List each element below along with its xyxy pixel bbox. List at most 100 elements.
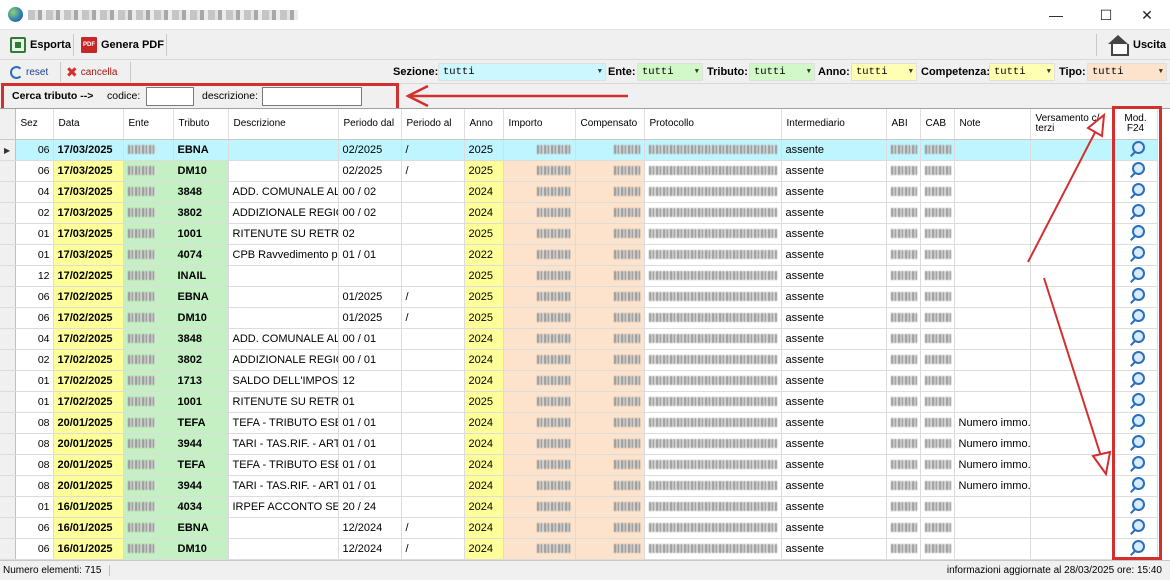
- cell-mod-f24[interactable]: [1114, 286, 1158, 308]
- col-periodo-dal[interactable]: Periodo dal: [338, 109, 402, 140]
- table-row[interactable]: ▶ 06 17/03/2025 EBNA 02/2025/2025 assente: [0, 139, 1158, 161]
- tributo-select[interactable]: tutti ▼: [749, 63, 815, 81]
- table-row[interactable]: 06 17/03/2025 DM10 02/2025/2025 assente: [0, 160, 1158, 182]
- cell-mod-f24[interactable]: [1114, 412, 1158, 434]
- table-row[interactable]: 0117/02/2025 1713SALDO DELL'IMPOST...12 20…: [0, 370, 1158, 392]
- magnifier-icon[interactable]: [1129, 456, 1145, 470]
- cell-mod-f24[interactable]: [1114, 454, 1158, 476]
- table-row[interactable]: 0217/02/2025 3802ADDIZIONALE REGIO...00 /…: [0, 349, 1158, 371]
- cell-mod-f24[interactable]: [1114, 328, 1158, 350]
- cell-mod-f24[interactable]: [1114, 244, 1158, 266]
- table-row[interactable]: 0217/03/2025 3802ADDIZIONALE REGIO...00 /…: [0, 202, 1158, 224]
- col-sez[interactable]: Sez: [15, 109, 54, 140]
- main-toolbar: Esporta PDF Genera PDF Uscita: [0, 30, 1170, 60]
- cell-mod-f24[interactable]: [1114, 475, 1158, 497]
- col-cab[interactable]: CAB: [920, 109, 955, 140]
- col-abi[interactable]: ABI: [886, 109, 921, 140]
- table-row[interactable]: 0417/03/2025 3848ADD. COMUNALE ALL'...00 …: [0, 181, 1158, 203]
- magnifier-icon[interactable]: [1129, 540, 1145, 554]
- magnifier-icon[interactable]: [1129, 372, 1145, 386]
- table-row[interactable]: 0117/03/2025 4074CPB Ravvedimento per...0…: [0, 244, 1158, 266]
- cell-mod-f24[interactable]: [1114, 349, 1158, 371]
- magnifier-icon[interactable]: [1129, 351, 1145, 365]
- col-mod-f24[interactable]: Mod. F24: [1114, 109, 1158, 140]
- magnifier-icon[interactable]: [1129, 204, 1145, 218]
- sezione-select[interactable]: tutti ▼: [438, 63, 606, 81]
- magnifier-icon[interactable]: [1129, 477, 1145, 491]
- generate-pdf-button[interactable]: PDF Genera PDF: [77, 33, 168, 57]
- magnifier-icon[interactable]: [1129, 414, 1145, 428]
- cell-mod-f24[interactable]: [1114, 391, 1158, 413]
- table-row[interactable]: 12 17/02/2025 INAIL 2025 assente: [0, 265, 1158, 287]
- cell-mod-f24[interactable]: [1114, 370, 1158, 392]
- cell-sez: 06: [15, 307, 54, 329]
- competenza-select[interactable]: tutti ▼: [989, 63, 1055, 81]
- export-button[interactable]: Esporta: [6, 33, 75, 57]
- col-compensato[interactable]: Compensato: [575, 109, 645, 140]
- col-intermediario[interactable]: Intermediario: [781, 109, 887, 140]
- minimize-button[interactable]: —: [1033, 0, 1079, 30]
- magnifier-icon[interactable]: [1129, 288, 1145, 302]
- magnifier-icon[interactable]: [1129, 225, 1145, 239]
- cell-periodo-dal: 01 / 01: [338, 475, 402, 497]
- cell-mod-f24[interactable]: [1114, 496, 1158, 518]
- magnifier-icon[interactable]: [1129, 498, 1145, 512]
- cell-descrizione: RITENUTE SU RETRI...: [228, 223, 339, 245]
- table-row[interactable]: 0820/01/2025 TEFATEFA - TRIBUTO ESE...01 …: [0, 454, 1158, 476]
- reset-button[interactable]: reset: [10, 63, 48, 81]
- redacted-value: [613, 271, 640, 281]
- cell-mod-f24[interactable]: [1114, 223, 1158, 245]
- cell-compensato: [575, 181, 645, 203]
- magnifier-icon[interactable]: [1129, 393, 1145, 407]
- col-tributo[interactable]: Tributo: [173, 109, 229, 140]
- col-descrizione[interactable]: Descrizione: [228, 109, 339, 140]
- table-row[interactable]: 08 20/01/2025 3944 TARI - TAS.RIF. - ART...…: [0, 433, 1158, 455]
- cell-mod-f24[interactable]: [1114, 139, 1158, 161]
- exit-button[interactable]: Uscita: [1103, 33, 1170, 57]
- magnifier-icon[interactable]: [1129, 330, 1145, 344]
- table-row[interactable]: 08 20/01/2025 3944 TARI - TAS.RIF. - ART...…: [0, 475, 1158, 497]
- cell-versamento-terzi: [1030, 181, 1115, 203]
- cell-mod-f24[interactable]: [1114, 517, 1158, 539]
- maximize-button[interactable]: ☐: [1083, 0, 1129, 30]
- redacted-value: [890, 544, 917, 554]
- col-note[interactable]: Note: [954, 109, 1031, 140]
- table-row[interactable]: 06 17/02/2025 DM10 01/2025/2025 assente: [0, 307, 1158, 329]
- magnifier-icon[interactable]: [1129, 435, 1145, 449]
- cell-mod-f24[interactable]: [1114, 181, 1158, 203]
- tipo-select[interactable]: tutti ▼: [1087, 63, 1167, 81]
- table-row[interactable]: 0820/01/2025 TEFATEFA - TRIBUTO ESE...01 …: [0, 412, 1158, 434]
- magnifier-icon[interactable]: [1129, 162, 1145, 176]
- table-row[interactable]: 0117/02/20251001RITENUTE SU RETRI...0120…: [0, 391, 1158, 413]
- anno-select[interactable]: tutti ▼: [851, 63, 917, 81]
- col-versamento-terzi[interactable]: Versamento c/ terzi: [1030, 109, 1115, 140]
- col-anno[interactable]: Anno: [464, 109, 504, 140]
- table-row[interactable]: 06 17/02/2025 EBNA 01/2025/2025 assente: [0, 286, 1158, 308]
- magnifier-icon[interactable]: [1129, 141, 1145, 155]
- cell-mod-f24[interactable]: [1114, 433, 1158, 455]
- table-row[interactable]: 0116/01/2025 4034IRPEF ACCONTO SEC...20 /…: [0, 496, 1158, 518]
- magnifier-icon[interactable]: [1129, 309, 1145, 323]
- delete-button[interactable]: ✖ cancella: [66, 63, 117, 81]
- table-row[interactable]: 0417/02/2025 3848ADD. COMUNALE ALL'...00 …: [0, 328, 1158, 350]
- col-ente[interactable]: Ente: [123, 109, 174, 140]
- col-periodo-al[interactable]: Periodo al: [401, 109, 465, 140]
- table-row[interactable]: 0117/03/2025 1001RITENUTE SU RETRI...02 20…: [0, 223, 1158, 245]
- cell-mod-f24[interactable]: [1114, 160, 1158, 182]
- magnifier-icon[interactable]: [1129, 246, 1145, 260]
- cell-mod-f24[interactable]: [1114, 538, 1158, 560]
- close-button[interactable]: ✕: [1124, 0, 1170, 30]
- col-data[interactable]: Data: [53, 109, 124, 140]
- table-row[interactable]: 06 16/01/2025 DM10 12/2024/2024 assente: [0, 538, 1158, 560]
- col-importo[interactable]: Importo: [503, 109, 576, 140]
- magnifier-icon[interactable]: [1129, 267, 1145, 281]
- magnifier-icon[interactable]: [1129, 183, 1145, 197]
- redacted-value: [924, 292, 951, 302]
- magnifier-icon[interactable]: [1129, 519, 1145, 533]
- cell-mod-f24[interactable]: [1114, 307, 1158, 329]
- cell-mod-f24[interactable]: [1114, 202, 1158, 224]
- cell-mod-f24[interactable]: [1114, 265, 1158, 287]
- table-row[interactable]: 06 16/01/2025 EBNA 12/2024/2024 assente: [0, 517, 1158, 539]
- col-protocollo[interactable]: Protocollo: [644, 109, 782, 140]
- ente-select[interactable]: tutti ▼: [637, 63, 703, 81]
